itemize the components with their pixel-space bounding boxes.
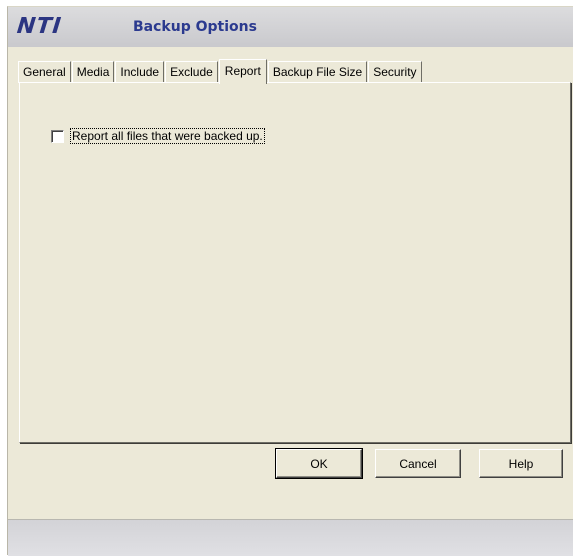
report-tab-panel: Report all files that were backed up. [19, 82, 571, 443]
tab-strip: General Media Include Exclude Report Bac… [18, 59, 423, 84]
nti-logo: NTI [15, 14, 63, 39]
title-bar: NTI Backup Options [8, 7, 573, 47]
status-bar [8, 519, 573, 556]
tab-report[interactable]: Report [218, 59, 267, 84]
tab-security[interactable]: Security [368, 61, 422, 83]
report-all-files-label[interactable]: Report all files that were backed up. [70, 128, 265, 144]
report-all-files-option[interactable]: Report all files that were backed up. [51, 128, 265, 144]
help-button[interactable]: Help [479, 449, 563, 478]
window-title: Backup Options [133, 19, 257, 35]
cancel-button[interactable]: Cancel [375, 449, 461, 478]
tab-backup-file-size[interactable]: Backup File Size [267, 61, 368, 83]
tab-general[interactable]: General [18, 61, 71, 83]
ok-button[interactable]: OK [275, 448, 363, 479]
tab-include[interactable]: Include [115, 61, 165, 83]
tab-media[interactable]: Media [71, 61, 115, 83]
backup-options-window: NTI Backup Options General Media Include… [7, 6, 573, 556]
report-all-files-checkbox[interactable] [51, 129, 64, 143]
tab-exclude[interactable]: Exclude [165, 61, 218, 83]
